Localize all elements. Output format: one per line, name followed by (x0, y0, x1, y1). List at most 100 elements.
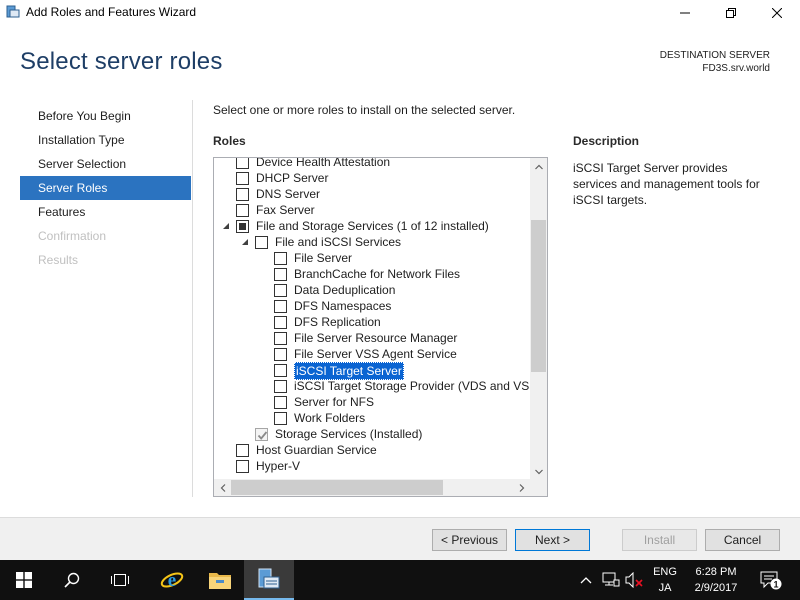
vertical-scroll-thumb[interactable] (531, 220, 546, 372)
role-label: DHCP Server (256, 171, 329, 185)
vertical-scrollbar[interactable] (530, 158, 547, 480)
destination-label: DESTINATION SERVER (659, 50, 770, 61)
role-row[interactable]: Server for NFS (214, 394, 530, 410)
role-checkbox[interactable] (236, 460, 249, 473)
role-row[interactable]: Data Deduplication (214, 282, 530, 298)
role-label: Data Deduplication (294, 283, 396, 297)
nav-item-server-roles[interactable]: Server Roles (20, 176, 191, 200)
role-row[interactable]: File Server (214, 250, 530, 266)
role-row[interactable]: Work Folders (214, 410, 530, 426)
role-checkbox[interactable] (274, 268, 287, 281)
chevron-down-icon (534, 469, 543, 474)
expanded-arrow-icon[interactable] (241, 238, 249, 246)
role-row[interactable]: DHCP Server (214, 170, 530, 186)
role-row[interactable]: Storage Services (Installed) (214, 426, 530, 442)
scroll-down-button[interactable] (530, 463, 547, 480)
nav-divider (192, 100, 193, 497)
nav-item-installation-type[interactable]: Installation Type (20, 128, 191, 152)
role-row[interactable]: Hyper-V (214, 458, 530, 474)
expanded-arrow-icon[interactable] (222, 222, 230, 230)
role-checkbox[interactable] (274, 396, 287, 409)
role-checkbox[interactable] (236, 172, 249, 185)
role-checkbox[interactable] (274, 380, 287, 393)
minimize-icon (680, 12, 690, 14)
minimize-button[interactable] (662, 0, 708, 26)
role-label: Fax Server (256, 203, 315, 217)
server-manager-taskbar-button[interactable] (244, 560, 294, 600)
role-checkbox[interactable] (274, 252, 287, 265)
role-row[interactable]: iSCSI Target Storage Provider (VDS and V… (214, 378, 530, 394)
roles-tree[interactable]: Device Health Attestation DHCP Server DNS … (213, 157, 548, 497)
cancel-button[interactable]: Cancel (705, 529, 780, 551)
scroll-left-button[interactable] (214, 479, 231, 496)
notification-icon: 1 (760, 571, 782, 590)
chevron-right-icon (519, 483, 524, 492)
show-hidden-icons-button[interactable] (576, 560, 596, 600)
server-manager-icon (6, 5, 20, 18)
role-label: iSCSI Target Storage Provider (VDS and V… (294, 379, 530, 393)
role-checkbox[interactable] (274, 284, 287, 297)
action-center-button[interactable]: 1 (754, 560, 788, 600)
next-button[interactable]: Next > (515, 529, 590, 551)
window-title: Add Roles and Features Wizard (26, 5, 197, 19)
role-row[interactable]: Fax Server (214, 202, 530, 218)
role-checkbox[interactable] (236, 158, 249, 169)
role-row[interactable]: Host Guardian Service (214, 442, 530, 458)
network-tray-button[interactable] (600, 560, 622, 600)
role-label: DFS Namespaces (294, 299, 392, 313)
windows-logo-icon (16, 572, 32, 588)
role-checkbox[interactable] (236, 444, 249, 457)
clock-date: 2/9/2017 (694, 582, 738, 594)
scroll-up-button[interactable] (530, 158, 547, 175)
role-checkbox[interactable] (274, 316, 287, 329)
chevron-up-icon (580, 577, 592, 584)
role-label: Work Folders (294, 411, 366, 425)
network-icon (602, 572, 620, 587)
task-view-button[interactable] (96, 560, 144, 600)
role-checkbox[interactable] (236, 188, 249, 201)
search-button[interactable] (48, 560, 96, 600)
role-row[interactable]: File Server Resource Manager (214, 330, 530, 346)
horizontal-scrollbar[interactable] (214, 479, 530, 496)
horizontal-scroll-thumb[interactable] (231, 480, 443, 495)
role-checkbox[interactable] (236, 220, 249, 233)
start-button[interactable] (0, 560, 48, 600)
role-label: BranchCache for Network Files (294, 267, 461, 281)
file-explorer-button[interactable] (196, 560, 244, 600)
description-text: iSCSI Target Server provides services an… (573, 161, 760, 207)
nav-item-before-you-begin[interactable]: Before You Begin (20, 104, 191, 128)
internet-explorer-button[interactable]: e (148, 560, 196, 600)
role-row[interactable]: File and iSCSI Services (214, 234, 530, 250)
role-checkbox[interactable] (274, 332, 287, 345)
wizard-footer: < Previous Next > Install Cancel (0, 517, 800, 560)
role-checkbox[interactable] (274, 348, 287, 361)
role-row[interactable]: DNS Server (214, 186, 530, 202)
role-label: DFS Replication (294, 315, 381, 329)
role-checkbox (255, 428, 268, 441)
role-row[interactable]: Device Health Attestation (214, 158, 530, 170)
clock-time: 6:28 PM (695, 566, 737, 578)
role-checkbox[interactable] (274, 300, 287, 313)
role-checkbox[interactable] (255, 236, 268, 249)
role-row[interactable]: BranchCache for Network Files (214, 266, 530, 282)
role-row[interactable]: File and Storage Services (1 of 12 insta… (214, 218, 530, 234)
role-checkbox[interactable] (236, 204, 249, 217)
checkmark-icon (257, 431, 268, 440)
nav-item-features[interactable]: Features (20, 200, 191, 224)
role-row[interactable]: DFS Namespaces (214, 298, 530, 314)
maximize-button[interactable] (708, 0, 754, 26)
taskbar: e ENG JA 6:28 PM 2/9/2017 1 (0, 560, 800, 600)
role-label: File Server VSS Agent Service (294, 347, 457, 361)
role-row[interactable]: DFS Replication (214, 314, 530, 330)
scroll-right-button[interactable] (513, 479, 530, 496)
role-checkbox[interactable] (274, 412, 287, 425)
role-checkbox[interactable] (274, 364, 287, 377)
previous-button[interactable]: < Previous (432, 529, 507, 551)
nav-item-server-selection[interactable]: Server Selection (20, 152, 191, 176)
close-button[interactable] (754, 0, 800, 26)
clock[interactable]: 6:28 PM 2/9/2017 (686, 564, 746, 596)
input-language-indicator[interactable]: ENG JA (648, 564, 682, 596)
role-row[interactable]: File Server VSS Agent Service (214, 346, 530, 362)
role-row[interactable]: iSCSI Target Server (214, 362, 530, 380)
volume-tray-button[interactable] (623, 560, 645, 600)
